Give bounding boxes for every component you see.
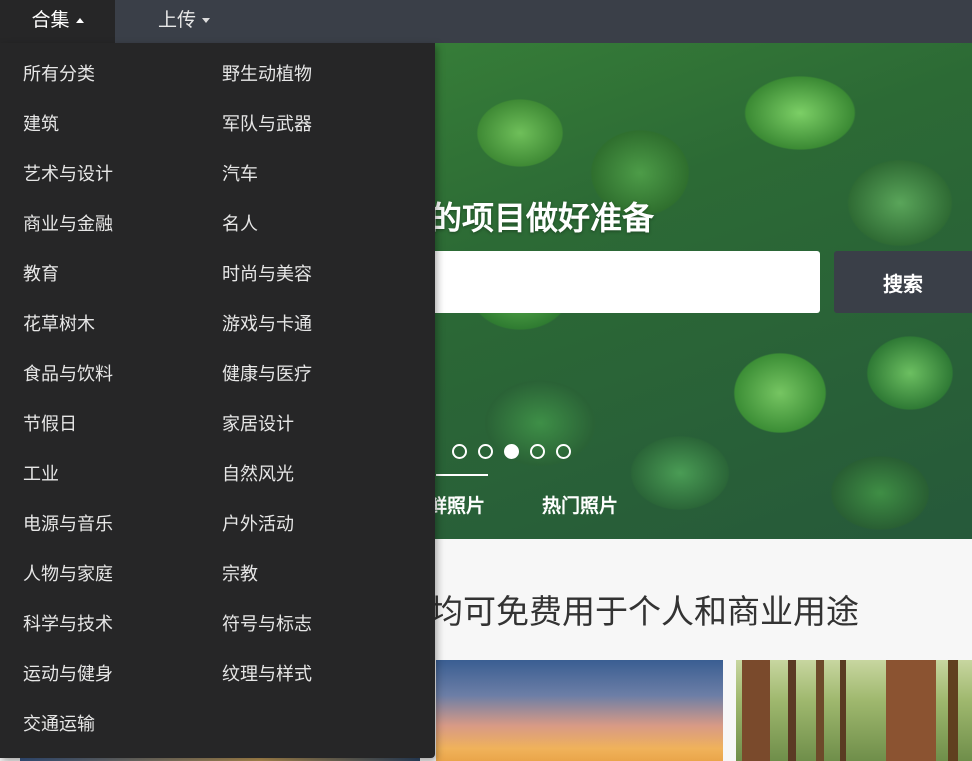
active-tab-underline — [436, 474, 488, 476]
menu-item[interactable]: 节假日 — [23, 410, 77, 440]
menu-item[interactable]: 交通运输 — [23, 710, 95, 740]
carousel-dot[interactable] — [478, 444, 493, 459]
menu-item[interactable]: 花草树木 — [23, 310, 95, 340]
menu-item[interactable]: 军队与武器 — [222, 110, 312, 140]
menu-item[interactable]: 符号与标志 — [222, 610, 312, 640]
menu-item[interactable]: 电源与音乐 — [23, 510, 113, 540]
nav-upload-menu[interactable]: 上传 — [158, 0, 211, 43]
menu-item[interactable]: 户外活动 — [222, 510, 294, 540]
menu-item[interactable]: 食品与饮料 — [23, 360, 113, 390]
photo-thumbnail-sunset[interactable] — [436, 660, 723, 761]
menu-item[interactable]: 健康与医疗 — [222, 360, 312, 390]
menu-item[interactable]: 自然风光 — [222, 460, 294, 490]
menu-item[interactable]: 时尚与美容 — [222, 260, 312, 290]
nav-collection-label: 合集 — [31, 9, 70, 31]
menu-item[interactable]: 汽车 — [222, 160, 258, 190]
hero-title: 的项目做好准备 — [430, 199, 655, 237]
nav-collection-menu[interactable]: 合集 — [0, 0, 115, 43]
search-input[interactable] — [430, 251, 820, 313]
menu-item[interactable]: 工业 — [23, 460, 59, 490]
top-navbar: 合集 上传 — [0, 0, 972, 43]
menu-item[interactable]: 商业与金融 — [23, 210, 113, 240]
caret-down-icon — [202, 18, 211, 23]
carousel-dot[interactable] — [452, 444, 467, 459]
menu-item[interactable]: 艺术与设计 — [23, 160, 113, 190]
photo-thumbnail-forest[interactable] — [736, 660, 972, 761]
menu-item[interactable]: 宗教 — [222, 560, 258, 590]
search-button[interactable]: 搜索 — [834, 251, 972, 313]
menu-item[interactable]: 游戏与卡通 — [222, 310, 312, 340]
menu-item[interactable]: 运动与健身 — [23, 660, 113, 690]
tagline: 均可免费用于个人和商业用途 — [430, 592, 859, 631]
menu-item[interactable]: 所有分类 — [23, 60, 95, 90]
menu-item[interactable]: 家居设计 — [222, 410, 294, 440]
menu-item[interactable]: 教育 — [23, 260, 59, 290]
tab-new-photos[interactable]: 鲜照片 — [428, 491, 485, 518]
menu-item[interactable]: 野生动植物 — [222, 60, 312, 90]
carousel-dot[interactable] — [530, 444, 545, 459]
carousel-indicators — [452, 441, 582, 459]
nav-upload-label: 上传 — [158, 9, 197, 31]
carousel-dot[interactable] — [556, 444, 571, 459]
menu-item[interactable]: 科学与技术 — [23, 610, 113, 640]
menu-item[interactable]: 人物与家庭 — [23, 560, 113, 590]
menu-item[interactable]: 名人 — [222, 210, 258, 240]
carousel-dot-active[interactable] — [504, 444, 519, 459]
tab-popular-photos[interactable]: 热门照片 — [542, 491, 618, 518]
collection-dropdown: 所有分类 建筑 艺术与设计 商业与金融 教育 花草树木 食品与饮料 节假日 工业… — [0, 43, 435, 758]
menu-item[interactable]: 纹理与样式 — [222, 660, 312, 690]
menu-item[interactable]: 建筑 — [23, 110, 59, 140]
caret-up-icon — [75, 18, 84, 23]
